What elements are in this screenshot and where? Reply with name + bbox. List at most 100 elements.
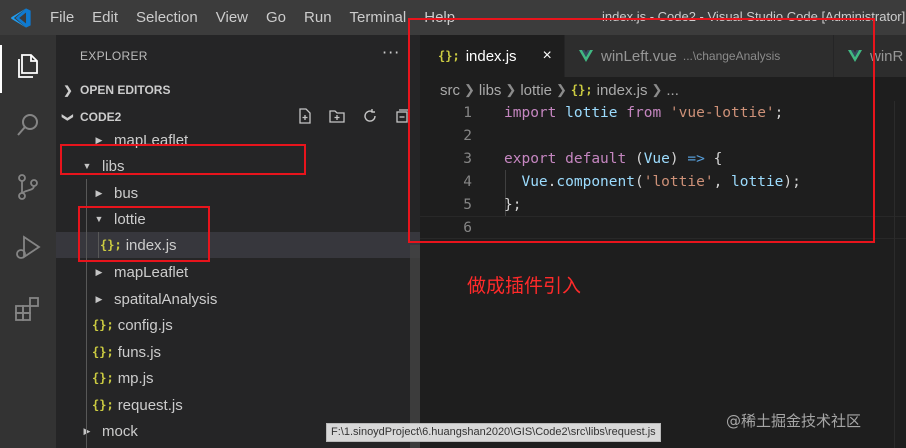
- explorer-icon[interactable]: [12, 49, 44, 81]
- chevron-right-icon: ❯: [556, 82, 567, 97]
- tree-item-label: lottie: [114, 210, 146, 228]
- explorer-sidebar: EXPLORER ··· ❯ OPEN EDITORS ❯ CODE2 ▶ map…: [56, 35, 420, 448]
- tree-item[interactable]: ▶ bus: [56, 180, 420, 206]
- tree-item[interactable]: {}; index.js: [56, 232, 420, 258]
- new-file-icon[interactable]: [296, 107, 314, 125]
- tree-item[interactable]: {}; config.js: [56, 312, 420, 338]
- menu-terminal[interactable]: Terminal: [350, 9, 407, 26]
- editor-scrollbar[interactable]: [894, 101, 906, 448]
- caret-down-icon[interactable]: ▼: [92, 214, 106, 224]
- code-text: Vue.component('lottie', lottie);: [504, 173, 801, 190]
- caret-right-icon[interactable]: ▶: [92, 135, 106, 146]
- activity-bar: [0, 35, 56, 448]
- code-line[interactable]: 6: [420, 216, 906, 239]
- caret-right-icon[interactable]: ▶: [92, 294, 106, 305]
- tab-winr[interactable]: winR: [834, 35, 906, 77]
- code-line[interactable]: 2: [420, 124, 906, 147]
- code-token: (: [634, 173, 644, 190]
- tab-label: index.js: [465, 47, 517, 65]
- tab-winleft-vue[interactable]: winLeft.vue ...\changeAnalysis: [565, 35, 833, 77]
- js-file-icon: {};: [570, 83, 593, 97]
- code-token: component: [556, 173, 635, 190]
- code-token: export: [504, 150, 557, 167]
- caret-right-icon[interactable]: ▶: [80, 426, 94, 437]
- more-actions-icon[interactable]: ···: [382, 43, 400, 62]
- code-token: (: [626, 150, 644, 167]
- sidebar-scrollbar[interactable]: [410, 245, 420, 448]
- line-number: 3: [463, 150, 472, 167]
- code-line[interactable]: 5};: [420, 193, 906, 216]
- code-token: lottie: [731, 173, 784, 190]
- menu-help[interactable]: Help: [424, 9, 455, 26]
- tree-indent-guide: [98, 232, 99, 258]
- search-icon[interactable]: [12, 109, 44, 141]
- breadcrumb-lottie[interactable]: lottie: [520, 82, 552, 99]
- menu-go[interactable]: Go: [266, 9, 286, 26]
- js-file-icon: {};: [100, 238, 122, 252]
- caret-right-icon[interactable]: ▶: [92, 267, 106, 278]
- code-token: {: [704, 150, 723, 167]
- tree-item[interactable]: ▶ mapLeaflet: [56, 259, 420, 285]
- code-token: );: [783, 173, 801, 190]
- breadcrumb-src[interactable]: src: [440, 82, 460, 99]
- code-token: from: [626, 104, 662, 121]
- tree-item[interactable]: {}; request.js: [56, 392, 420, 418]
- run-debug-icon[interactable]: [12, 232, 44, 264]
- chevron-down-icon: ❯: [61, 112, 74, 122]
- extensions-icon[interactable]: [12, 293, 44, 325]
- js-file-icon: {};: [92, 345, 114, 359]
- close-icon[interactable]: ×: [543, 47, 552, 65]
- breadcrumb-file[interactable]: index.js: [597, 82, 648, 99]
- line-number: 1: [463, 104, 472, 121]
- menu-view[interactable]: View: [216, 9, 248, 26]
- open-editors-header[interactable]: ❯ OPEN EDITORS: [56, 79, 420, 101]
- code-token: 'lottie': [643, 173, 714, 190]
- code-token: Vue: [521, 173, 548, 190]
- tree-item[interactable]: {}; funs.js: [56, 339, 420, 365]
- tree-item[interactable]: ▼ libs: [56, 153, 420, 179]
- tree-item[interactable]: {}; mp.js: [56, 365, 420, 391]
- code-line[interactable]: 3 export default (Vue) => {: [420, 147, 906, 170]
- tree-item[interactable]: ▶ spatitalAnalysis: [56, 286, 420, 312]
- code-line[interactable]: 1 import lottie from 'vue-lottie';: [420, 101, 906, 124]
- source-control-icon[interactable]: [12, 171, 44, 203]
- tree-item-label: index.js: [125, 236, 177, 254]
- tab-index-js[interactable]: {}; index.js ×: [420, 35, 564, 77]
- breadcrumb-libs[interactable]: libs: [479, 82, 502, 99]
- tab-label: winR: [870, 47, 904, 65]
- menu-bar: File Edit Selection View Go Run Terminal…: [50, 0, 473, 35]
- breadcrumb: src ❯ libs ❯ lottie ❯ {}; index.js ❯ ...: [440, 79, 679, 101]
- menu-selection[interactable]: Selection: [136, 9, 198, 26]
- line-number: 2: [463, 127, 472, 144]
- new-folder-icon[interactable]: [328, 107, 346, 125]
- tree-item-label: config.js: [117, 316, 173, 334]
- collapse-all-icon[interactable]: [394, 107, 412, 125]
- code-token: =>: [687, 150, 705, 167]
- menu-run[interactable]: Run: [304, 9, 332, 26]
- code-text: };: [504, 197, 521, 213]
- code-token: ): [669, 150, 688, 167]
- chevron-right-icon: ❯: [464, 82, 475, 97]
- caret-right-icon[interactable]: ▶: [92, 188, 106, 199]
- title-bar: File Edit Selection View Go Run Terminal…: [0, 0, 906, 35]
- code-token: lottie: [565, 104, 618, 121]
- vue-icon: [579, 50, 593, 62]
- tree-item-label: bus: [114, 184, 139, 202]
- line-number: 6: [463, 219, 472, 236]
- caret-down-icon[interactable]: ▼: [80, 161, 94, 171]
- js-file-icon: {};: [92, 371, 114, 385]
- refresh-icon[interactable]: [361, 107, 379, 125]
- menu-edit[interactable]: Edit: [92, 9, 118, 26]
- code-line[interactable]: 4 Vue.component('lottie', lottie);: [420, 170, 906, 193]
- tree-item[interactable]: ▼ lottie: [56, 206, 420, 232]
- open-editors-label: OPEN EDITORS: [80, 83, 171, 97]
- js-file-icon: {};: [438, 49, 460, 63]
- breadcrumb-symbol[interactable]: ...: [666, 82, 679, 99]
- explorer-title: EXPLORER: [80, 49, 148, 63]
- tree-item[interactable]: ▶ mapLeaflet: [56, 127, 420, 153]
- menu-file[interactable]: File: [50, 9, 74, 26]
